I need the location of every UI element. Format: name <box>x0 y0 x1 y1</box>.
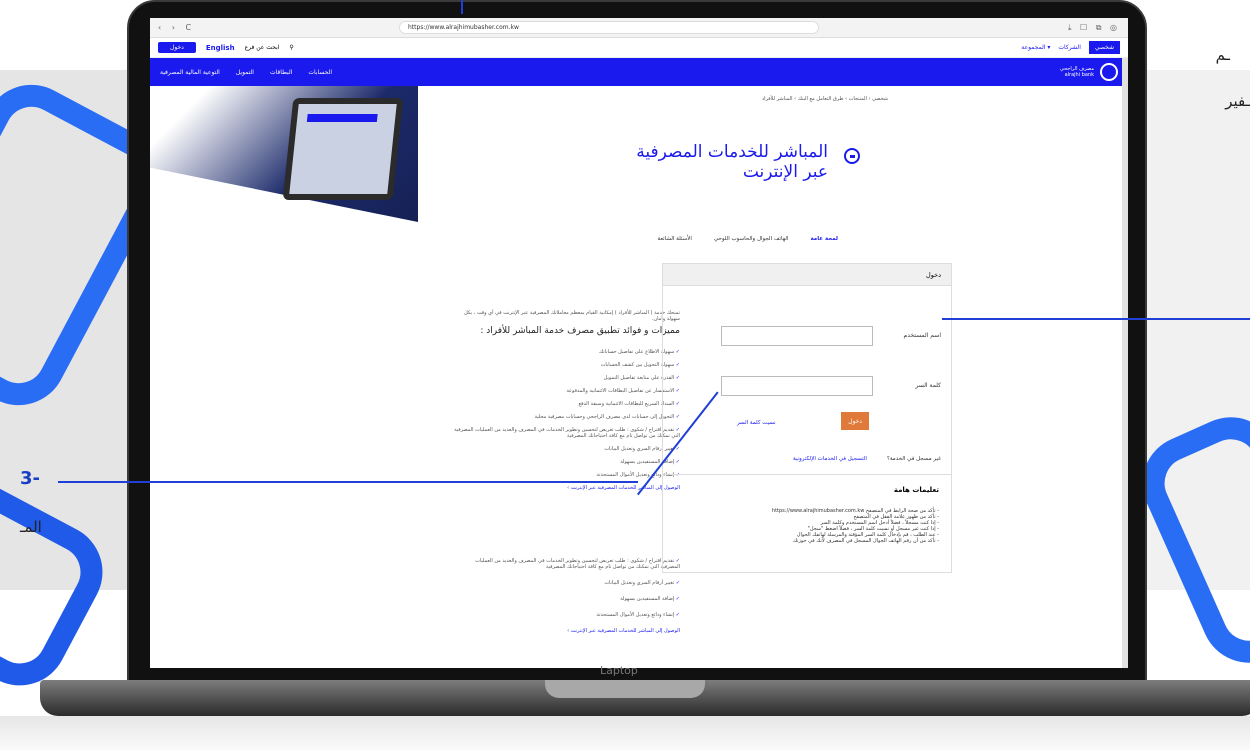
registration-row: غير مسجل في الخدمة؟ التسجيل في الخدمات ا… <box>793 456 941 462</box>
feature-item: التحويل إلى حسابات لدى مصرف الراجحي وحسا… <box>450 414 680 420</box>
hero-laptop-image <box>282 98 404 200</box>
username-label: اسم المستخدم <box>903 332 941 339</box>
brand-name-en: alrajhi bank <box>1064 72 1094 78</box>
username-input[interactable] <box>721 326 873 346</box>
feature-item: إنشاء ودائع وتعديل الأموال المستحدثة <box>450 472 680 478</box>
tab-business[interactable]: الشركات <box>1058 44 1081 51</box>
features-section: تمنحك خدمة ( المباشر للأفراد ) إمكانية ا… <box>450 310 680 491</box>
breadcrumb[interactable]: شخصي › المنتجات › طرق التعامل مع البنك ›… <box>762 96 888 102</box>
notes-title: تعليمات هامة <box>893 486 939 494</box>
bank-logo[interactable]: مصرف الراجحي alrajhi bank <box>1060 63 1118 81</box>
feature-item: إضافة المستفيدين بسهولة <box>450 459 680 465</box>
feature-item: إضافة المستفيدين بسهولة <box>470 596 680 602</box>
tab-faq[interactable]: الأسئلة الشائعة <box>658 236 692 242</box>
not-registered-text: غير مسجل في الخدمة؟ <box>886 456 941 462</box>
features-title: مميزات و فوائد تطبيق مصرف خدمة المباشر ل… <box>480 326 680 336</box>
address-bar[interactable]: https://www.alrajhimubasher.com.kw <box>399 21 819 34</box>
tab-mobile[interactable]: الهاتف الجوال والحاسوب اللوحي <box>714 236 789 242</box>
utility-bar: دخول English ابحث عن فرع ⚲ المجموعة ▾ ال… <box>150 38 1128 58</box>
nav-item[interactable]: الحسابات <box>308 69 332 76</box>
feature-item: سهولة الاطلاع على تفاصيل حساباتك <box>450 349 680 355</box>
hero-banner: شخصي › المنتجات › طرق التعامل مع البنك ›… <box>150 86 1128 236</box>
callout-line <box>461 0 463 14</box>
laptop-screen: ‹ › C https://www.alrajhimubasher.com.kw… <box>150 18 1128 668</box>
browser-nav-buttons[interactable]: ‹ › C <box>158 23 198 32</box>
search-icon[interactable]: ⚲ <box>289 44 293 51</box>
features-section-repeat: تقديم اقتراح / شكوى : طلب تعريض لتحسين و… <box>470 558 680 634</box>
password-label: كلمة السر <box>915 382 941 389</box>
side-caption: ـم <box>1215 46 1230 64</box>
features-list: تقديم اقتراح / شكوى : طلب تعريض لتحسين و… <box>470 558 680 618</box>
laptop-notch <box>545 680 705 698</box>
login-heading: دخول <box>663 264 951 286</box>
content-tabs: لمحة عامة الهاتف الجوال والحاسوب اللوحي … <box>658 236 838 242</box>
tab-overview[interactable]: لمحة عامة <box>810 236 838 242</box>
scrollbar[interactable] <box>1122 58 1128 668</box>
step-number: 3- <box>20 468 40 489</box>
nav-item[interactable]: التمويل <box>236 69 254 76</box>
login-button[interactable]: دخول <box>841 412 869 430</box>
divider <box>663 474 951 475</box>
side-caption: المـ <box>20 518 42 536</box>
browser-toolbar: ‹ › C https://www.alrajhimubasher.com.kw… <box>150 18 1128 38</box>
forgot-password-link[interactable]: نسيت كلمة السر <box>737 420 776 426</box>
callout-line <box>58 481 638 483</box>
page-title: المباشر للخدمات المصرفية عبر الإنترنت <box>636 142 828 182</box>
url-text: https://www.alrajhimubasher.com.kw <box>408 24 519 31</box>
browser-tools[interactable]: ⤓ ☐ ⧉ ◎ <box>1020 23 1120 33</box>
feature-item: الاستفسار عن تفاصيل البطاقات الائتمانية … <box>450 388 680 394</box>
feature-item: تقديم اقتراح / شكوى : طلب تعريض لتحسين و… <box>470 558 680 570</box>
tab-group[interactable]: المجموعة ▾ <box>1021 44 1050 51</box>
logo-icon <box>1100 63 1118 81</box>
feature-item: السداد السريع للبطاقات الائتمانية وسبقة … <box>450 401 680 407</box>
side-caption: ـفير <box>1225 92 1250 110</box>
laptop-label: Laptop <box>600 664 638 677</box>
features-intro: تمنحك خدمة ( المباشر للأفراد ) إمكانية ا… <box>464 310 680 322</box>
features-list: سهولة الاطلاع على تفاصيل حساباتك سهولة ا… <box>450 349 680 478</box>
feature-item: تقديم اقتراح / شكوى : طلب تعريض لتحسين و… <box>450 427 680 439</box>
find-branch-link[interactable]: ابحث عن فرع <box>245 44 280 51</box>
register-link[interactable]: التسجيل في الخدمات الإلكترونية <box>793 456 867 462</box>
main-navigation: التوعية المالية المصرفية التمويل البطاقا… <box>150 58 1128 86</box>
online-banking-link[interactable]: الوصول إلى المباشر للخدمات المصرفية عبر … <box>470 628 680 634</box>
language-toggle[interactable]: English <box>206 44 235 52</box>
feature-item: القدرة على متابعة تفاصيل التمويل <box>450 375 680 381</box>
nav-item[interactable]: التوعية المالية المصرفية <box>160 69 220 76</box>
login-top-button[interactable]: دخول <box>158 42 196 53</box>
feature-item: تغيير أرقام السري وتعديل البيانات <box>470 580 680 586</box>
login-card: دخول اسم المستخدم كلمة السر دخول نسيت كل… <box>662 263 952 573</box>
notes-text: - تأكد من صحة الرابط في المتصفح https://… <box>771 508 939 544</box>
laptop-shadow <box>0 716 1250 750</box>
service-icon <box>844 148 860 164</box>
feature-item: سهولة التحويل بين كشف الحسابات <box>450 362 680 368</box>
tab-personal[interactable]: شخصي <box>1088 41 1120 54</box>
nav-item[interactable]: البطاقات <box>270 69 292 76</box>
password-input[interactable] <box>721 376 873 396</box>
feature-item: إنشاء ودائع وتعديل الأموال المستحدثة <box>470 612 680 618</box>
callout-line <box>942 318 1250 320</box>
feature-item: تغيير أرقام السري وتعديل البيانات <box>450 446 680 452</box>
